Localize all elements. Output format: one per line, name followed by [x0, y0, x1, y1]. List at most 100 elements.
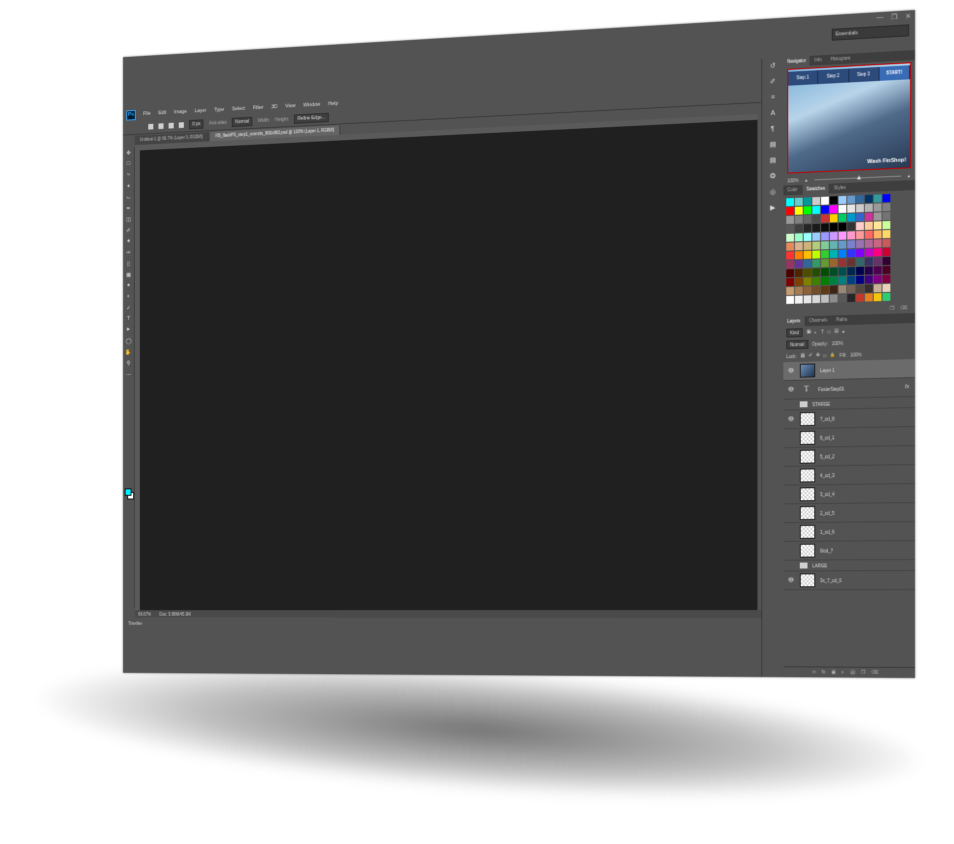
- swatch-cell[interactable]: [847, 195, 855, 203]
- zoom-tool-icon[interactable]: ⚲: [123, 357, 134, 368]
- swatch-cell[interactable]: [883, 293, 891, 301]
- swatch-cell[interactable]: [874, 257, 882, 265]
- swatch-cell[interactable]: [821, 241, 829, 249]
- swatch-cell[interactable]: [839, 276, 847, 284]
- refine-edge-button[interactable]: Refine Edge...: [294, 113, 329, 124]
- type-tool-icon[interactable]: T: [123, 313, 134, 324]
- layer-row[interactable]: 1_cd_6: [783, 522, 915, 542]
- layer-row[interactable]: 3_cd_4: [783, 484, 915, 504]
- zoom-in-icon[interactable]: ▲: [907, 173, 911, 178]
- swatch-cell[interactable]: [821, 232, 829, 240]
- swatch-cell[interactable]: [812, 277, 820, 285]
- swatch-cell[interactable]: [874, 203, 882, 211]
- lock-pixels-icon[interactable]: ✐: [809, 353, 813, 359]
- swatch-cell[interactable]: [883, 239, 891, 247]
- swatch-cell[interactable]: [874, 230, 882, 238]
- swatch-cell[interactable]: [795, 233, 803, 241]
- swatch-cell[interactable]: [839, 214, 847, 222]
- timeline-tab[interactable]: Timeline: [123, 619, 765, 629]
- swatch-cell[interactable]: [795, 224, 803, 232]
- swatch-cell[interactable]: [795, 287, 803, 295]
- swatch-cell[interactable]: [839, 294, 847, 302]
- swatch-cell[interactable]: [795, 269, 803, 277]
- quick-select-tool-icon[interactable]: ✦: [123, 180, 134, 192]
- swatch-cell[interactable]: [830, 277, 838, 285]
- swatch-cell[interactable]: [804, 269, 812, 277]
- swatch-cell[interactable]: [856, 222, 864, 230]
- swatch-cell[interactable]: [812, 197, 820, 205]
- properties-icon[interactable]: ▤: [762, 136, 783, 153]
- blend-mode-select[interactable]: Normal: [786, 339, 808, 348]
- swatch-cell[interactable]: [812, 268, 820, 276]
- swatch-cell[interactable]: [795, 207, 803, 215]
- delete-swatch-icon[interactable]: ⌫: [900, 305, 907, 311]
- swatch-cell[interactable]: [847, 249, 855, 257]
- swatch-cell[interactable]: [812, 233, 820, 241]
- swatch-cell[interactable]: [786, 278, 794, 286]
- swatch-cell[interactable]: [865, 222, 873, 230]
- navigator-preview[interactable]: Step 1 Step 2 Step 3 START! Wash FinShop…: [787, 62, 911, 173]
- swatch-cell[interactable]: [847, 267, 855, 275]
- visibility-eye-icon[interactable]: 👁: [787, 387, 795, 393]
- swatch-cell[interactable]: [821, 223, 829, 231]
- move-tool-icon[interactable]: ✥: [123, 147, 134, 159]
- swatch-cell[interactable]: [883, 221, 891, 229]
- menu-help[interactable]: Help: [328, 101, 338, 107]
- filter-adjust-icon[interactable]: ◐: [815, 329, 818, 334]
- swatch-cell[interactable]: [839, 205, 847, 213]
- style-select[interactable]: Normal: [232, 117, 253, 127]
- tab-styles[interactable]: Styles: [830, 183, 850, 194]
- fx-badge[interactable]: fx: [905, 384, 909, 390]
- swatch-cell[interactable]: [865, 266, 873, 274]
- swatch-cell[interactable]: [847, 204, 855, 212]
- swatch-cell[interactable]: [874, 275, 882, 283]
- swatch-cell[interactable]: [847, 231, 855, 239]
- swatch-cell[interactable]: [786, 251, 794, 259]
- swatch-cell[interactable]: [786, 296, 794, 304]
- minimize-icon[interactable]: —: [876, 14, 883, 22]
- intersect-selection-icon[interactable]: [179, 122, 184, 128]
- swatch-cell[interactable]: [795, 198, 803, 206]
- tab-navigator[interactable]: Navigator: [783, 56, 809, 67]
- opacity-value[interactable]: 100%: [832, 340, 843, 345]
- swatch-cell[interactable]: [786, 207, 794, 215]
- swatch-cell[interactable]: [821, 295, 829, 303]
- eyedropper-tool-icon[interactable]: ✒: [123, 202, 134, 214]
- layer-kind-filter[interactable]: Kind: [786, 328, 802, 337]
- tab-paths[interactable]: Paths: [832, 315, 851, 325]
- swatch-cell[interactable]: [821, 214, 829, 222]
- feather-field[interactable]: 0 px: [189, 119, 204, 129]
- swatch-cell[interactable]: [795, 260, 803, 268]
- blur-tool-icon[interactable]: ●: [123, 280, 134, 291]
- foreground-color-swatch[interactable]: [125, 488, 132, 495]
- swatch-cell[interactable]: [856, 213, 864, 221]
- lock-artboard-icon[interactable]: □: [824, 353, 827, 358]
- brush-presets-icon[interactable]: ✐: [762, 73, 783, 90]
- swatch-cell[interactable]: [856, 294, 864, 302]
- swatch-cell[interactable]: [865, 204, 873, 212]
- swatch-cell[interactable]: [804, 224, 812, 232]
- lasso-tool-icon[interactable]: ⤷: [123, 169, 134, 181]
- swatch-cell[interactable]: [804, 242, 812, 250]
- add-selection-icon[interactable]: [158, 123, 163, 129]
- menu-layer[interactable]: Layer: [195, 108, 207, 114]
- swatch-cell[interactable]: [856, 231, 864, 239]
- swatch-cell[interactable]: [874, 239, 882, 247]
- filter-pixel-icon[interactable]: ▣: [807, 329, 811, 335]
- swatch-cell[interactable]: [786, 216, 794, 224]
- swatch-cell[interactable]: [812, 259, 820, 267]
- menu-view[interactable]: View: [285, 103, 295, 109]
- swatch-cell[interactable]: [795, 251, 803, 259]
- swatch-cell[interactable]: [847, 276, 855, 284]
- layer-row[interactable]: 2_cd_5: [783, 503, 915, 523]
- swatch-cell[interactable]: [847, 222, 855, 230]
- layer-style-icon[interactable]: fx: [822, 669, 826, 675]
- swatch-cell[interactable]: [883, 257, 891, 265]
- healing-tool-icon[interactable]: ◫: [123, 213, 134, 225]
- zoom-out-icon[interactable]: ▲: [804, 177, 808, 182]
- swatch-cell[interactable]: [804, 260, 812, 268]
- swatch-cell[interactable]: [821, 277, 829, 285]
- swatch-cell[interactable]: [821, 197, 829, 205]
- layer-row[interactable]: 👁 3x_7_cd_0: [783, 571, 915, 590]
- swatch-cell[interactable]: [830, 205, 838, 213]
